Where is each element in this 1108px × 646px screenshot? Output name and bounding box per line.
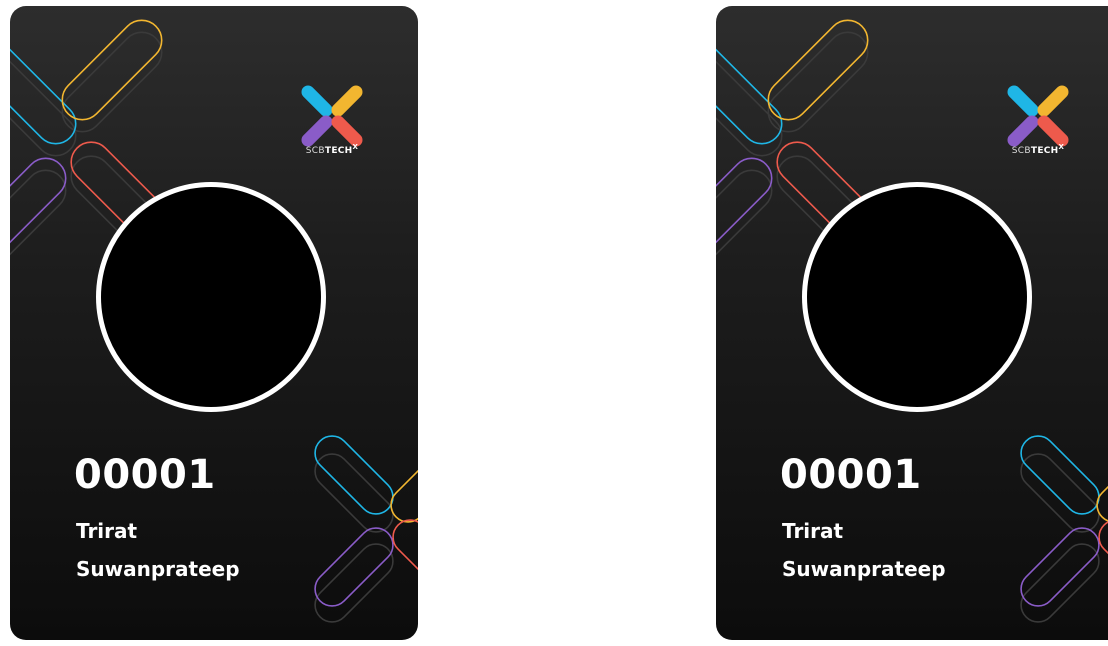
employee-last-name: Suwanprateep [76,557,240,581]
blue-pill-shape [10,43,77,145]
logo-wordmark: SCBTECHX [282,143,382,156]
profile-photo-placeholder[interactable] [96,182,326,412]
logo-text-x: X [352,143,359,151]
employee-id: 00001 [74,452,216,498]
logo-text-scb: SCB [305,146,325,156]
logo-text-x: X [1058,143,1065,151]
employee-first-name: Trirat [76,519,138,543]
employee-last-name: Suwanprateep [782,557,946,581]
badge-preview-canvas: SCBTECHX 00001 Trirat Suwanprateep SCBTE… [0,0,1108,646]
logo-wordmark: SCBTECHX [988,143,1088,156]
employee-first-name: Trirat [782,519,844,543]
logo-text-scb: SCB [1011,146,1031,156]
purple-pill-shape [10,157,67,259]
profile-photo-placeholder[interactable] [802,182,1032,412]
logo-text-tech: TECH [1030,146,1059,156]
blue-pill-shape [716,43,783,145]
purple-pill-shape [716,157,773,259]
employee-badge-card: SCBTECHX 00001 Trirat Suwanprateep [716,6,1108,640]
employee-id: 00001 [780,452,922,498]
logo-text-tech: TECH [324,146,353,156]
employee-badge-card: SCBTECHX 00001 Trirat Suwanprateep [10,6,418,640]
